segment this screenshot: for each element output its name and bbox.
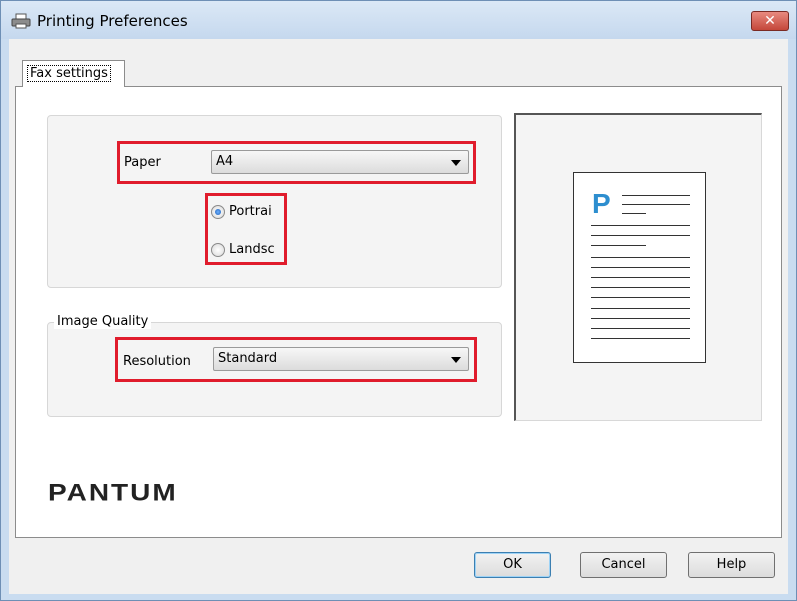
ok-button[interactable]: OK [474, 552, 551, 578]
preview-line [622, 204, 690, 205]
title-bar[interactable]: Printing Preferences ✕ [1, 1, 796, 39]
dropdown-arrow-icon [451, 160, 461, 166]
preview-line [591, 318, 690, 319]
preview-page-letter: P [592, 188, 611, 219]
preview-line [591, 267, 690, 268]
portrait-label[interactable]: Portrai [229, 204, 272, 219]
paper-select[interactable]: A4 [211, 150, 469, 174]
preview-line [591, 225, 690, 226]
resolution-select-value: Standard [218, 351, 278, 366]
resolution-select[interactable]: Standard [213, 347, 469, 371]
preview-line [591, 308, 690, 309]
preview-line [591, 245, 646, 246]
preview-line [591, 297, 690, 298]
preview-line [622, 195, 690, 196]
close-icon: ✕ [764, 13, 776, 29]
dropdown-arrow-icon [451, 357, 461, 363]
preview-line [591, 338, 690, 339]
landscape-radio[interactable] [211, 243, 225, 257]
preview-line [591, 328, 690, 329]
preview-line [591, 235, 690, 236]
printer-icon [11, 13, 31, 29]
cancel-button[interactable]: Cancel [580, 552, 667, 578]
window-title: Printing Preferences [37, 12, 188, 30]
close-button[interactable]: ✕ [751, 11, 789, 31]
paper-label: Paper [124, 155, 161, 170]
help-button[interactable]: Help [688, 552, 775, 578]
resolution-label: Resolution [123, 354, 191, 369]
preview-line [622, 213, 646, 214]
portrait-radio[interactable] [211, 205, 225, 219]
tab-label: Fax settings [27, 65, 111, 82]
preview-line [591, 277, 690, 278]
preview-line [591, 287, 690, 288]
pantum-logo: PANTUM [48, 479, 178, 506]
landscape-label[interactable]: Landsc [229, 242, 275, 257]
tab-fax-settings[interactable]: Fax settings [22, 60, 125, 87]
image-quality-legend: Image Quality [54, 314, 152, 329]
paper-select-value: A4 [216, 154, 234, 169]
preview-line [591, 257, 690, 258]
